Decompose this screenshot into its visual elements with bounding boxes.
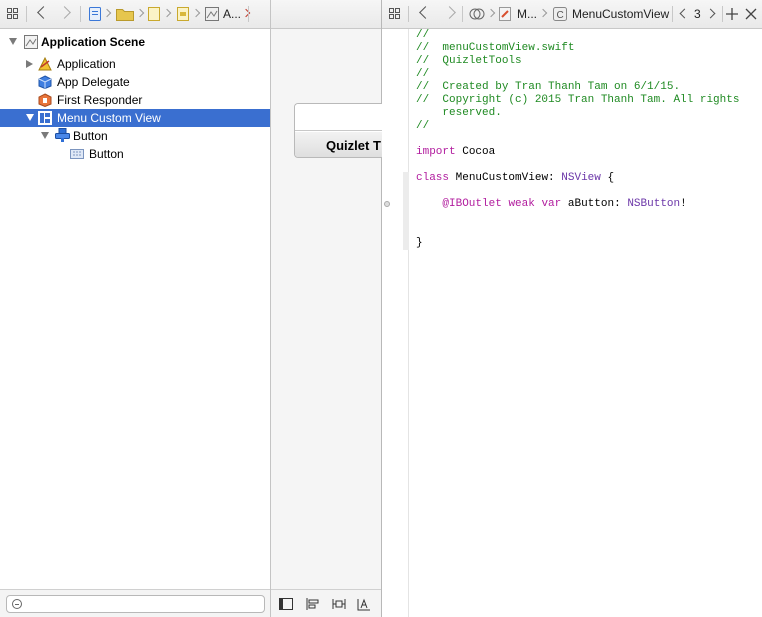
related-items-icon[interactable] — [389, 8, 401, 20]
code-line: // — [416, 120, 430, 132]
outlet-connection-icon[interactable] — [384, 201, 390, 207]
application-icon — [38, 57, 52, 71]
code-token: aButton — [567, 198, 615, 210]
tree-row-menu-custom-view[interactable]: Menu Custom View — [0, 109, 270, 127]
code-jump-bar: M... C MenuCustomView 3 — [382, 0, 762, 29]
pin-icon[interactable] — [332, 597, 346, 611]
truncated-crumb[interactable]: A... — [223, 7, 241, 21]
code-line: } — [416, 237, 423, 249]
automatic-mode-icon[interactable] — [469, 6, 485, 22]
back-arrow-icon[interactable] — [37, 6, 50, 19]
code-token: ! — [680, 198, 687, 210]
tree-label: Button — [73, 129, 108, 143]
folder-icon[interactable] — [116, 7, 134, 21]
filter-icon — [12, 599, 22, 609]
svg-text:C: C — [557, 10, 564, 21]
folder-file-icon[interactable] — [148, 7, 160, 21]
code-line: // Copyright (c) 2015 Tran Thanh Tam. Al… — [416, 94, 740, 106]
interface-builder-canvas[interactable]: Quizlet T — [271, 0, 384, 617]
code-line: // QuizletTools — [416, 55, 522, 67]
code-line-class: class MenuCustomView: NSView { — [416, 172, 614, 185]
preview-top-area — [295, 104, 384, 131]
scene-icon — [24, 35, 38, 49]
forward-arrow-icon[interactable] — [58, 6, 71, 19]
menu-custom-view-preview[interactable]: Quizlet T — [294, 103, 384, 158]
tree-row-first-responder[interactable]: First Responder — [0, 91, 270, 109]
code-token: { — [607, 172, 615, 184]
tree-row-application[interactable]: Application — [0, 55, 270, 73]
code-token: import — [416, 146, 456, 158]
code-line-import: import Cocoa — [416, 146, 495, 159]
tree-label: Application — [57, 57, 116, 71]
resolve-issues-icon[interactable] — [357, 597, 371, 611]
code-token: weak — [508, 198, 535, 210]
xib-file-icon[interactable] — [177, 7, 189, 21]
canvas-top-bar — [271, 0, 381, 29]
button-cell-icon — [70, 149, 84, 159]
preview-button-label: Quizlet T — [326, 137, 381, 153]
class-crumb[interactable]: MenuCustomView — [572, 7, 669, 21]
code-token: @IBOutlet — [442, 198, 502, 210]
outline-jump-bar: A... — [0, 0, 270, 29]
code-token: class — [416, 172, 450, 184]
code-line: // — [416, 68, 430, 80]
code-token: NSView — [561, 172, 601, 184]
scene-icon[interactable] — [205, 7, 219, 21]
project-file-icon[interactable] — [89, 7, 101, 21]
code-line: // — [416, 29, 430, 41]
next-counterpart-icon[interactable] — [705, 8, 716, 19]
previous-counterpart-icon[interactable] — [679, 8, 690, 19]
tree-row-app-delegate[interactable]: App Delegate — [0, 73, 270, 91]
button-object-icon — [55, 128, 70, 142]
code-token: Cocoa — [462, 146, 496, 158]
editor-gutter[interactable] — [382, 29, 409, 617]
code-fold-ribbon[interactable] — [403, 172, 409, 250]
code-line: // menuCustomView.swift — [416, 42, 575, 54]
custom-view-icon — [38, 111, 52, 125]
class-c-icon[interactable]: C — [553, 7, 567, 21]
close-editor-icon[interactable] — [745, 8, 757, 20]
code-token: var — [541, 198, 562, 210]
code-token: NSButton — [627, 198, 681, 210]
align-icon[interactable] — [306, 597, 320, 611]
swift-file-icon[interactable] — [499, 7, 511, 21]
outline-toggle-icon[interactable] — [279, 597, 293, 611]
code-token: : — [548, 172, 555, 184]
tree-label: Button — [89, 147, 124, 161]
tree-label: Menu Custom View — [57, 111, 161, 125]
tree-row-button-cell[interactable]: Button — [0, 145, 270, 163]
tree-label: First Responder — [57, 93, 143, 107]
code-line: // Created by Tran Thanh Tam on 6/1/15. — [416, 81, 681, 93]
outline-filter-bar — [0, 589, 270, 617]
disclosure-open-icon[interactable] — [41, 132, 49, 139]
related-items-icon[interactable] — [7, 8, 19, 20]
first-responder-icon — [38, 93, 52, 107]
code-token: : — [614, 198, 621, 210]
code-line-outlet: @IBOutlet weak var aButton: NSButton! — [416, 198, 687, 211]
canvas-toolbar — [271, 589, 381, 617]
disclosure-closed-icon[interactable] — [26, 60, 33, 68]
counterpart-count: 3 — [694, 7, 701, 21]
forward-arrow-icon[interactable] — [443, 6, 456, 19]
file-crumb[interactable]: M... — [517, 7, 537, 21]
disclosure-open-icon[interactable] — [26, 114, 34, 121]
outline-filter-input[interactable] — [6, 595, 265, 613]
tree-label: Application Scene — [41, 35, 146, 49]
document-outline-pane: A... Application Scene Application App D… — [0, 0, 271, 617]
object-cube-icon — [38, 75, 52, 89]
add-editor-icon[interactable] — [726, 8, 738, 20]
disclosure-open-icon[interactable] — [9, 38, 17, 45]
code-token: MenuCustomView — [455, 172, 549, 184]
preview-button[interactable]: Quizlet T — [295, 132, 384, 157]
assistant-editor-pane: M... C MenuCustomView 3 // // menuCustom… — [382, 0, 762, 617]
tree-row-button[interactable]: Button — [0, 127, 270, 145]
tree-label: App Delegate — [57, 75, 130, 89]
back-arrow-icon[interactable] — [419, 6, 432, 19]
tree-row-application-scene[interactable]: Application Scene — [0, 33, 270, 51]
code-line: reserved. — [416, 107, 502, 119]
